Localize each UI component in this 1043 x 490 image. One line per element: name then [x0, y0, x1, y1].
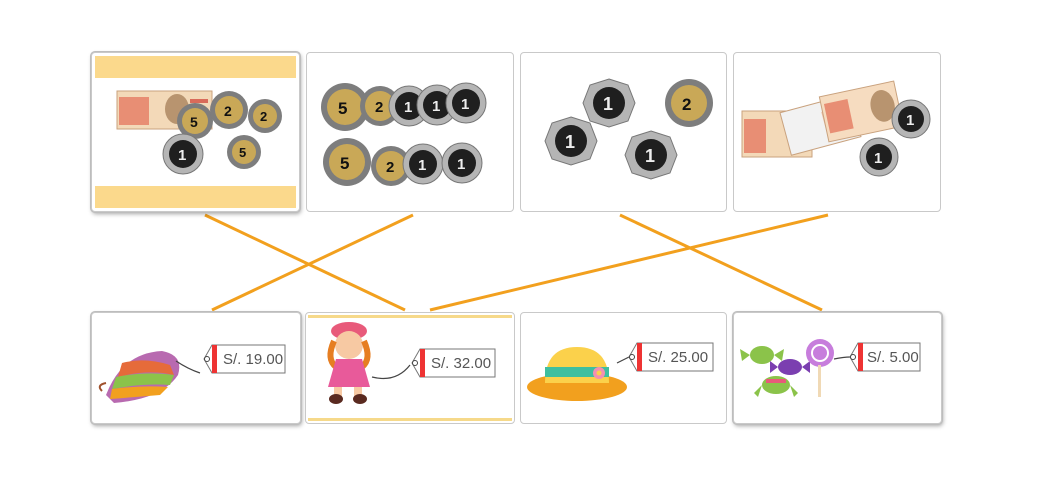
coin-icon: 1 — [162, 133, 204, 175]
coin-icon: 2 — [210, 91, 248, 129]
item-card-doll[interactable]: S/. 32.00 — [305, 312, 515, 424]
hat-icon — [527, 347, 630, 401]
connection-line — [211, 213, 414, 312]
item-illustration: S/. 5.00 — [740, 339, 921, 397]
spinning-top-icon — [98, 351, 201, 403]
money-card-2[interactable]: 5 2 1 1 1 5 2 1 1 — [306, 52, 514, 212]
item-card-candies[interactable]: S/. 5.00 — [733, 312, 942, 424]
money-illustration: 5 2 1 1 1 5 2 1 1 — [321, 82, 487, 186]
price-label: S/. 25.00 — [648, 349, 708, 366]
svg-text:5: 5 — [190, 114, 198, 130]
price-tag: S/. 32.00 — [411, 348, 496, 378]
money-illustration: 1 2 1 1 — [544, 78, 713, 180]
coin-icon: 1 — [402, 143, 444, 185]
coin-icon: 2 — [248, 99, 282, 133]
svg-text:1: 1 — [418, 157, 426, 174]
price-label: S/. 5.00 — [867, 349, 919, 366]
coin-icon: 1 — [445, 82, 487, 124]
coin-icon: 2 — [665, 79, 713, 127]
item-illustration: S/. 25.00 — [527, 342, 714, 401]
banknote-icon — [818, 80, 904, 143]
money-card-4[interactable]: 1 1 — [733, 52, 941, 212]
selection-highlight — [95, 186, 296, 208]
svg-text:2: 2 — [386, 159, 394, 176]
price-tag: S/. 5.00 — [849, 342, 921, 372]
svg-text:1: 1 — [874, 150, 882, 167]
svg-text:1: 1 — [178, 147, 186, 164]
svg-text:2: 2 — [375, 99, 383, 116]
candy-icon — [740, 339, 851, 397]
svg-text:5: 5 — [338, 99, 347, 118]
item-illustration: S/. 19.00 — [98, 344, 286, 403]
item-illustration: S/. 32.00 — [327, 322, 496, 404]
svg-text:1: 1 — [432, 98, 440, 115]
money-illustration: 1 1 — [741, 80, 931, 177]
svg-text:1: 1 — [645, 146, 655, 166]
price-label: S/. 32.00 — [431, 355, 491, 372]
svg-text:1: 1 — [461, 96, 469, 113]
svg-text:1: 1 — [906, 112, 914, 129]
svg-text:5: 5 — [239, 145, 246, 160]
svg-text:1: 1 — [565, 132, 575, 152]
price-tag: S/. 19.00 — [203, 344, 286, 374]
svg-text:5: 5 — [340, 154, 349, 173]
money-card-3[interactable]: 1 2 1 1 — [520, 52, 727, 212]
coin-icon: 1 — [544, 116, 598, 166]
connection-line — [619, 213, 823, 312]
svg-text:1: 1 — [457, 156, 465, 173]
coin-icon: 1 — [859, 137, 899, 177]
connection-line — [204, 213, 406, 312]
coin-icon: 1 — [441, 142, 483, 184]
coin-icon: 5 — [323, 138, 371, 186]
item-card-spinning-top[interactable]: S/. 19.00 — [91, 312, 301, 424]
item-card-hat[interactable]: S/. 25.00 — [520, 312, 727, 424]
svg-text:2: 2 — [682, 95, 691, 114]
svg-text:2: 2 — [260, 109, 267, 124]
money-card-1[interactable]: 5 2 2 1 5 — [91, 52, 300, 212]
doll-icon — [327, 322, 411, 404]
coin-icon: 5 — [227, 135, 261, 169]
price-tag: S/. 25.00 — [628, 342, 714, 372]
coin-icon: 1 — [624, 130, 678, 180]
coin-icon: 1 — [891, 99, 931, 139]
price-label: S/. 19.00 — [223, 351, 283, 368]
svg-text:1: 1 — [404, 99, 412, 116]
svg-text:2: 2 — [224, 103, 232, 119]
connection-line — [429, 213, 829, 312]
coin-icon: 1 — [582, 78, 636, 128]
selection-highlight — [95, 56, 296, 78]
svg-text:1: 1 — [603, 94, 613, 114]
